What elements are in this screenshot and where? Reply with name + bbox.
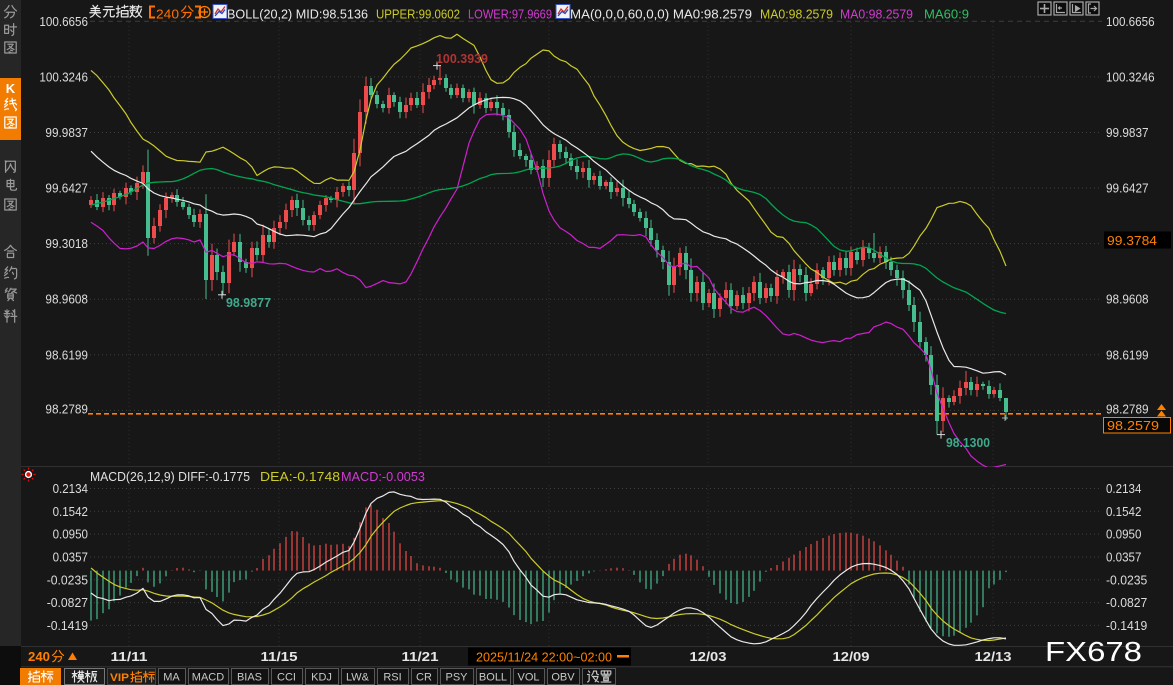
svg-text:99.6427: 99.6427 xyxy=(1106,181,1149,196)
svg-text:-0.0827: -0.0827 xyxy=(1106,595,1147,610)
svg-text:MA60:9: MA60:9 xyxy=(924,7,969,21)
svg-text:99.3018: 99.3018 xyxy=(45,236,88,251)
svg-text:98.6199: 98.6199 xyxy=(45,347,88,362)
svg-text:UPPER:99.0602: UPPER:99.0602 xyxy=(376,7,460,21)
svg-text:KDJ: KDJ xyxy=(311,672,332,684)
svg-text:LOWER:97.9669: LOWER:97.9669 xyxy=(468,7,552,21)
svg-text:-0.0235: -0.0235 xyxy=(1106,572,1147,587)
svg-text:VIP: VIP xyxy=(110,672,129,684)
svg-text:DEA:-0.1748: DEA:-0.1748 xyxy=(260,470,340,484)
svg-text:CCI: CCI xyxy=(277,672,296,684)
svg-text:0.0950: 0.0950 xyxy=(53,527,88,542)
svg-text:FX678: FX678 xyxy=(1045,636,1142,667)
svg-text:98.9877: 98.9877 xyxy=(226,295,271,310)
svg-text:MACD(26,12,9) DIFF:-0.1775: MACD(26,12,9) DIFF:-0.1775 xyxy=(90,470,250,484)
svg-text:-0.0827: -0.0827 xyxy=(47,595,88,610)
svg-text:VOL: VOL xyxy=(517,672,539,684)
svg-text:MA: MA xyxy=(163,672,180,684)
svg-text:BOLL(20,2) MID:98.5136: BOLL(20,2) MID:98.5136 xyxy=(227,7,368,21)
svg-text:12/13: 12/13 xyxy=(975,650,1012,664)
svg-text:LW&: LW& xyxy=(346,672,370,684)
svg-text:100.3246: 100.3246 xyxy=(39,69,88,84)
svg-text:-0.1419: -0.1419 xyxy=(47,618,88,633)
svg-text:MA0:98.2579: MA0:98.2579 xyxy=(840,7,913,21)
svg-text:PSY: PSY xyxy=(445,672,468,684)
svg-text:BIAS: BIAS xyxy=(237,672,262,684)
svg-text:MACD:-0.0053: MACD:-0.0053 xyxy=(341,470,425,484)
svg-text:99.9837: 99.9837 xyxy=(1106,125,1149,140)
svg-text:98.6199: 98.6199 xyxy=(1106,347,1149,362)
svg-text:100.6656: 100.6656 xyxy=(1106,14,1155,29)
svg-text:0.1542: 0.1542 xyxy=(53,504,88,519)
svg-text:240: 240 xyxy=(28,650,50,664)
svg-text:RSI: RSI xyxy=(383,672,401,684)
svg-text:98.1300: 98.1300 xyxy=(946,435,990,450)
svg-text:11/21: 11/21 xyxy=(402,650,439,664)
svg-text:0.0357: 0.0357 xyxy=(53,549,88,564)
svg-text:0.2134: 0.2134 xyxy=(53,481,88,496)
svg-text:12/09: 12/09 xyxy=(833,650,870,664)
svg-text:0.0357: 0.0357 xyxy=(1106,549,1141,564)
svg-text:BOLL: BOLL xyxy=(479,672,507,684)
svg-text:100.3939: 100.3939 xyxy=(436,51,488,66)
svg-text:98.2789: 98.2789 xyxy=(1106,401,1149,416)
svg-text:0.1542: 0.1542 xyxy=(1106,504,1141,519)
svg-text:240: 240 xyxy=(156,7,179,22)
svg-text:CR: CR xyxy=(416,672,432,684)
svg-text:100.3246: 100.3246 xyxy=(1106,69,1155,84)
svg-text:11/11: 11/11 xyxy=(111,650,148,664)
svg-text:98.2579: 98.2579 xyxy=(1107,418,1159,433)
svg-text:0.2134: 0.2134 xyxy=(1106,481,1141,496)
svg-text:99.6427: 99.6427 xyxy=(45,181,88,196)
svg-text:OBV: OBV xyxy=(551,672,575,684)
svg-text:99.3784: 99.3784 xyxy=(1107,233,1157,248)
svg-text:98.2789: 98.2789 xyxy=(45,401,88,416)
svg-text:100.6656: 100.6656 xyxy=(39,14,88,29)
svg-text:K: K xyxy=(6,81,16,96)
svg-text:12/03: 12/03 xyxy=(690,650,727,664)
svg-text:-0.1419: -0.1419 xyxy=(1106,618,1147,633)
svg-text:MA0:98.2579: MA0:98.2579 xyxy=(760,7,833,21)
svg-text:2025/11/24 22:00~02:00: 2025/11/24 22:00~02:00 xyxy=(476,651,612,665)
svg-text:99.9837: 99.9837 xyxy=(45,125,88,140)
svg-text:98.9608: 98.9608 xyxy=(1106,292,1149,307)
svg-text:0.0950: 0.0950 xyxy=(1106,527,1141,542)
svg-text:11/15: 11/15 xyxy=(261,650,298,664)
svg-text:-0.0235: -0.0235 xyxy=(47,572,88,587)
svg-text:98.9608: 98.9608 xyxy=(45,292,88,307)
svg-text:MACD: MACD xyxy=(192,672,224,684)
svg-text:MA(0,0,0,60,0,0) MA0:98.2579: MA(0,0,0,60,0,0) MA0:98.2579 xyxy=(570,7,752,21)
